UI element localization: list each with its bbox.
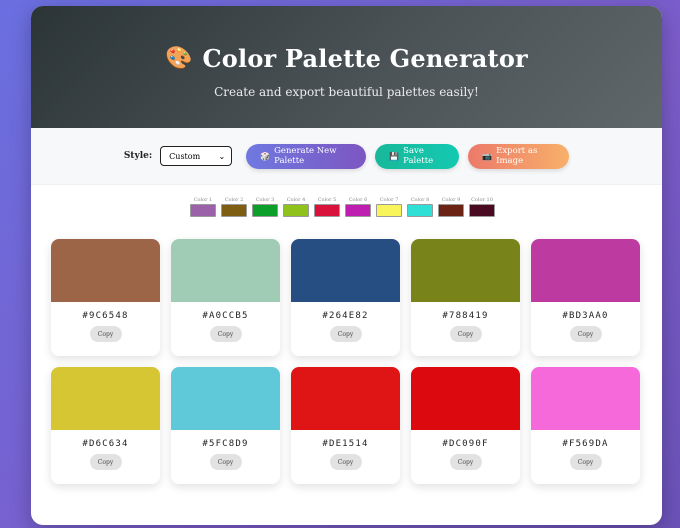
color-card: #DC090F Copy (411, 367, 520, 484)
color-input[interactable] (407, 204, 433, 217)
color-picker-1: Color 1 (190, 196, 216, 217)
copy-button[interactable]: Copy (209, 326, 242, 342)
app-container: 🎨 Color Palette Generator Create and exp… (31, 6, 662, 525)
copy-button[interactable]: Copy (449, 326, 482, 342)
style-select[interactable]: Custom ⌄ (160, 146, 233, 166)
color-picker-3: Color 3 (252, 196, 278, 217)
copy-button[interactable]: Copy (329, 326, 362, 342)
header: 🎨 Color Palette Generator Create and exp… (31, 6, 662, 128)
color-hex-code: #788419 (442, 311, 489, 321)
color-preview (531, 239, 640, 302)
generate-palette-label: Generate New Palette (274, 146, 337, 166)
color-picker-label: Color 3 (255, 197, 275, 203)
color-hex-code: #BD3AA0 (562, 311, 609, 321)
color-input[interactable] (221, 204, 247, 217)
copy-button[interactable]: Copy (569, 326, 602, 342)
color-hex-code: #A0CCB5 (202, 311, 249, 321)
page-title: Color Palette Generator (202, 44, 528, 73)
color-picker-label: Color 2 (224, 197, 244, 203)
color-input[interactable] (283, 204, 309, 217)
color-picker-label: Color 10 (471, 197, 493, 203)
color-input[interactable] (376, 204, 402, 217)
color-picker-label: Color 8 (410, 197, 430, 203)
save-palette-button[interactable]: 💾 Save Palette (375, 143, 460, 169)
color-input[interactable] (314, 204, 340, 217)
color-preview (291, 239, 400, 302)
color-picker-5: Color 5 (314, 196, 340, 217)
palette-icon: 🎨 (165, 46, 193, 71)
floppy-disk-icon: 💾 (389, 151, 400, 161)
export-image-label: Export as Image (496, 146, 538, 166)
color-picker-label: Color 7 (379, 197, 399, 203)
color-preview (171, 239, 280, 302)
color-hex-code: #F569DA (562, 439, 609, 449)
color-card: #788419 Copy (411, 239, 520, 356)
palette-grid: #9C6548 Copy #A0CCB5 Copy #264E82 Copy #788419… (51, 239, 640, 484)
color-picker-6: Color 6 (345, 196, 371, 217)
color-input[interactable] (469, 204, 495, 217)
copy-button[interactable]: Copy (329, 454, 362, 470)
color-picker-label: Color 9 (441, 197, 461, 203)
generate-palette-button[interactable]: 🎲 Generate New Palette (246, 143, 367, 169)
style-label: Style: (123, 151, 153, 161)
color-picker-row: Color 1 Color 2 Color 3 Color 4 Color 5 Color… (190, 196, 495, 217)
controls-bar: Style: Custom ⌄ 🎲 Generate New Palette 💾… (31, 128, 662, 185)
color-hex-code: #264E82 (322, 311, 369, 321)
copy-button[interactable]: Copy (89, 326, 122, 342)
export-image-button[interactable]: 📷 Export as Image (468, 143, 570, 169)
color-card: #F569DA Copy (531, 367, 640, 484)
color-preview (51, 239, 160, 302)
color-picker-8: Color 8 (407, 196, 433, 217)
color-card: #A0CCB5 Copy (171, 239, 280, 356)
color-card: #264E82 Copy (291, 239, 400, 356)
color-preview (171, 367, 280, 430)
color-card: #BD3AA0 Copy (531, 239, 640, 356)
color-preview (531, 367, 640, 430)
color-picker-label: Color 6 (348, 197, 368, 203)
color-input[interactable] (438, 204, 464, 217)
color-picker-7: Color 7 (376, 196, 402, 217)
color-input[interactable] (190, 204, 216, 217)
color-card: #D6C634 Copy (51, 367, 160, 484)
color-hex-code: #D6C634 (82, 439, 129, 449)
dice-icon: 🎲 (260, 151, 271, 161)
copy-button[interactable]: Copy (209, 454, 242, 470)
copy-button[interactable]: Copy (89, 454, 122, 470)
color-preview (411, 239, 520, 302)
camera-icon: 📷 (482, 151, 493, 161)
save-palette-label: Save Palette (403, 146, 434, 166)
color-picker-2: Color 2 (221, 196, 247, 217)
color-picker-10: Color 10 (469, 196, 495, 217)
style-select-value: Custom (169, 151, 201, 161)
color-picker-4: Color 4 (283, 196, 309, 217)
color-card: #9C6548 Copy (51, 239, 160, 356)
copy-button[interactable]: Copy (569, 454, 602, 470)
chevron-down-icon: ⌄ (218, 151, 226, 161)
color-preview (51, 367, 160, 430)
color-card: #5FC8D9 Copy (171, 367, 280, 484)
color-hex-code: #9C6548 (82, 311, 129, 321)
color-card: #DE1514 Copy (291, 367, 400, 484)
color-picker-label: Color 5 (317, 197, 337, 203)
color-preview (411, 367, 520, 430)
color-hex-code: #5FC8D9 (202, 439, 249, 449)
color-input[interactable] (252, 204, 278, 217)
color-preview (291, 367, 400, 430)
page-subtitle: Create and export beautiful palettes eas… (214, 85, 479, 99)
color-picker-9: Color 9 (438, 196, 464, 217)
color-picker-label: Color 1 (193, 197, 213, 203)
color-hex-code: #DE1514 (322, 439, 369, 449)
color-input[interactable] (345, 204, 371, 217)
color-picker-label: Color 4 (286, 197, 306, 203)
color-hex-code: #DC090F (442, 439, 489, 449)
copy-button[interactable]: Copy (449, 454, 482, 470)
title-row: 🎨 Color Palette Generator (31, 6, 662, 73)
